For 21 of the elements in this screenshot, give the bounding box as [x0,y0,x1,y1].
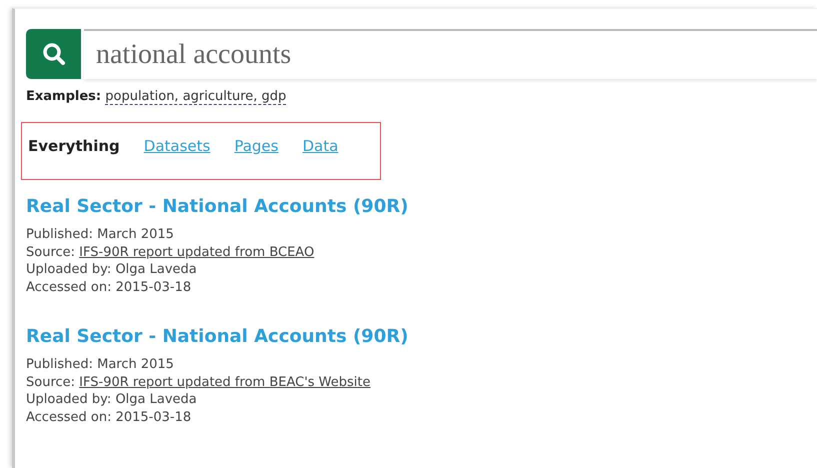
meta-text: Accessed on: 2015-03-18 [26,410,192,424]
source-link[interactable]: IFS-90R report updated from BCEAO [79,244,314,260]
result-title-link[interactable]: Real Sector - National Accounts (90R) [26,196,408,218]
meta-text: Uploaded by: Olga Laveda [26,392,197,407]
example-terms-link[interactable]: population, agriculture, gdp [105,89,286,105]
search-button[interactable] [26,29,81,79]
filter-tab[interactable]: Everything [28,137,120,179]
filter-tab[interactable]: Data [302,137,338,179]
meta-label: Source: [26,374,76,390]
source-link[interactable]: IFS-90R report updated from BEAC's Website [79,374,370,390]
meta-text: Published: March 2015 [26,357,174,372]
search-field[interactable]: national accounts [84,29,817,79]
examples-label: Examples: [26,89,102,104]
filter-tab[interactable]: Pages [234,137,278,179]
meta-text: Uploaded by: Olga Laveda [26,262,197,277]
filter-tab[interactable]: Datasets [144,137,210,179]
search-icon [40,41,66,67]
meta-text: Accessed on: 2015-03-18 [26,280,192,294]
meta-text: Published: March 2015 [26,227,174,242]
result-title-link[interactable]: Real Sector - National Accounts (90R) [26,326,408,348]
meta-label: Source: [26,244,76,260]
